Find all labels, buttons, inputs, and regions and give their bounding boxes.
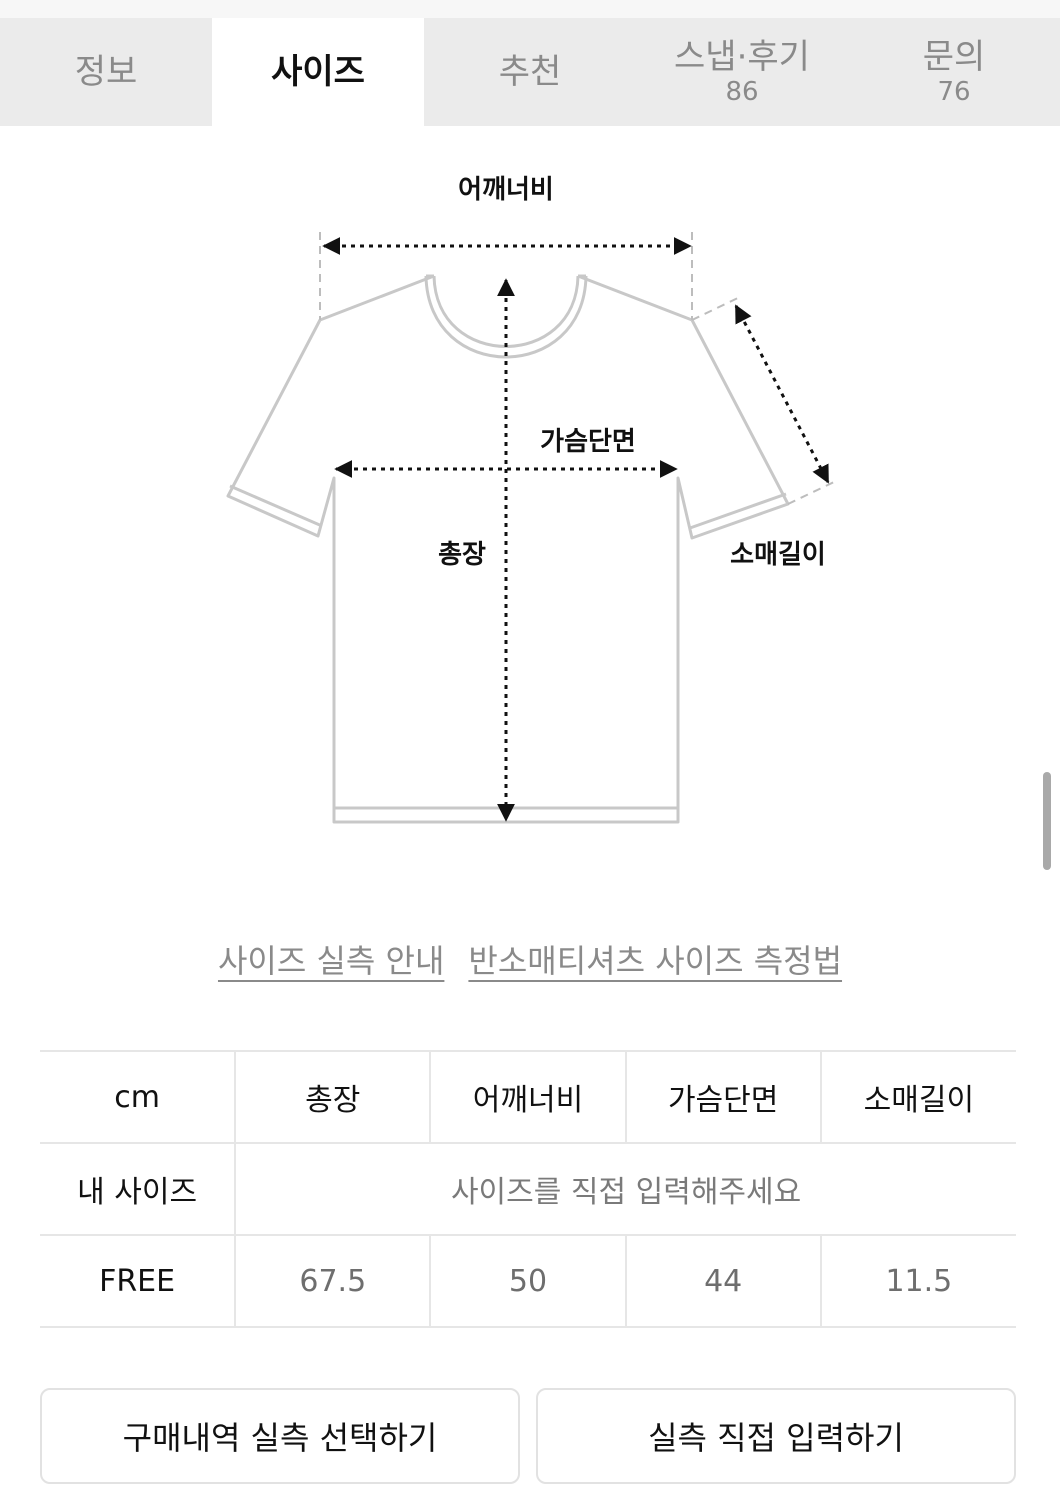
tab-bar: 정보 사이즈 추천 스냅·후기 86 문의 76 — [0, 18, 1060, 126]
my-size-input-prompt[interactable]: 사이즈를 직접 입력해주세요 — [234, 1143, 1016, 1236]
column-header: 어깨너비 — [429, 1050, 626, 1144]
table-header-row: cm 총장 어깨너비 가슴단면 소매길이 — [40, 1050, 1016, 1144]
column-header: 가슴단면 — [624, 1050, 821, 1144]
tab-inquiry[interactable]: 문의 76 — [848, 18, 1060, 126]
tab-recommend[interactable]: 추천 — [424, 18, 636, 126]
scrollbar[interactable] — [1043, 772, 1051, 870]
manual-input-button[interactable]: 실측 직접 입력하기 — [536, 1388, 1016, 1484]
my-size-label: 내 사이즈 — [40, 1143, 236, 1236]
unit-header: cm — [40, 1050, 236, 1144]
tshirt-size-diagram: 어깨너비 가슴단면 총장 소매길이 — [226, 175, 835, 824]
select-purchase-history-button[interactable]: 구매내역 실측 선택하기 — [40, 1388, 520, 1484]
size-label: FREE — [40, 1235, 236, 1328]
tab-info[interactable]: 정보 — [0, 18, 212, 126]
sleeve-length-label: 소매길이 — [730, 540, 826, 570]
tshirt-outline — [226, 274, 790, 824]
size-table: cm 총장 어깨너비 가슴단면 소매길이 내 사이즈 사이즈를 직접 입력해주세… — [40, 1050, 1016, 1328]
tab-label: 사이즈 — [271, 52, 365, 92]
sleeve-arrow — [734, 304, 830, 484]
table-cell: 11.5 — [819, 1235, 1016, 1328]
tab-label: 추천 — [498, 52, 562, 92]
table-cell: 67.5 — [234, 1235, 431, 1328]
measure-method-link[interactable]: 반소매티셔츠 사이즈 측정법 — [468, 936, 842, 982]
top-strip — [0, 0, 1060, 18]
tab-size[interactable]: 사이즈 — [212, 18, 424, 126]
size-guide-link[interactable]: 사이즈 실측 안내 — [218, 936, 444, 982]
size-guide-links: 사이즈 실측 안내 반소매티셔츠 사이즈 측정법 — [0, 936, 1060, 982]
tab-snap-review[interactable]: 스냅·후기 86 — [636, 18, 848, 126]
table-cell: 44 — [624, 1235, 821, 1328]
chest-width-label: 가슴단면 — [540, 427, 636, 457]
tab-label: 문의 — [922, 37, 986, 77]
tab-label: 정보 — [74, 52, 138, 92]
tab-count: 76 — [937, 77, 971, 107]
table-row: FREE 67.5 50 44 11.5 — [40, 1235, 1016, 1328]
tab-label: 스냅·후기 — [674, 37, 810, 77]
action-buttons: 구매내역 실측 선택하기 실측 직접 입력하기 — [40, 1388, 1016, 1484]
table-cell: 50 — [429, 1235, 626, 1328]
tab-count: 86 — [725, 77, 759, 107]
total-length-label: 총장 — [438, 540, 486, 570]
column-header: 소매길이 — [819, 1050, 1016, 1144]
my-size-row: 내 사이즈 사이즈를 직접 입력해주세요 — [40, 1143, 1016, 1236]
guide-lines — [319, 232, 835, 505]
column-header: 총장 — [234, 1050, 431, 1144]
shoulder-width-label: 어깨너비 — [458, 175, 554, 205]
